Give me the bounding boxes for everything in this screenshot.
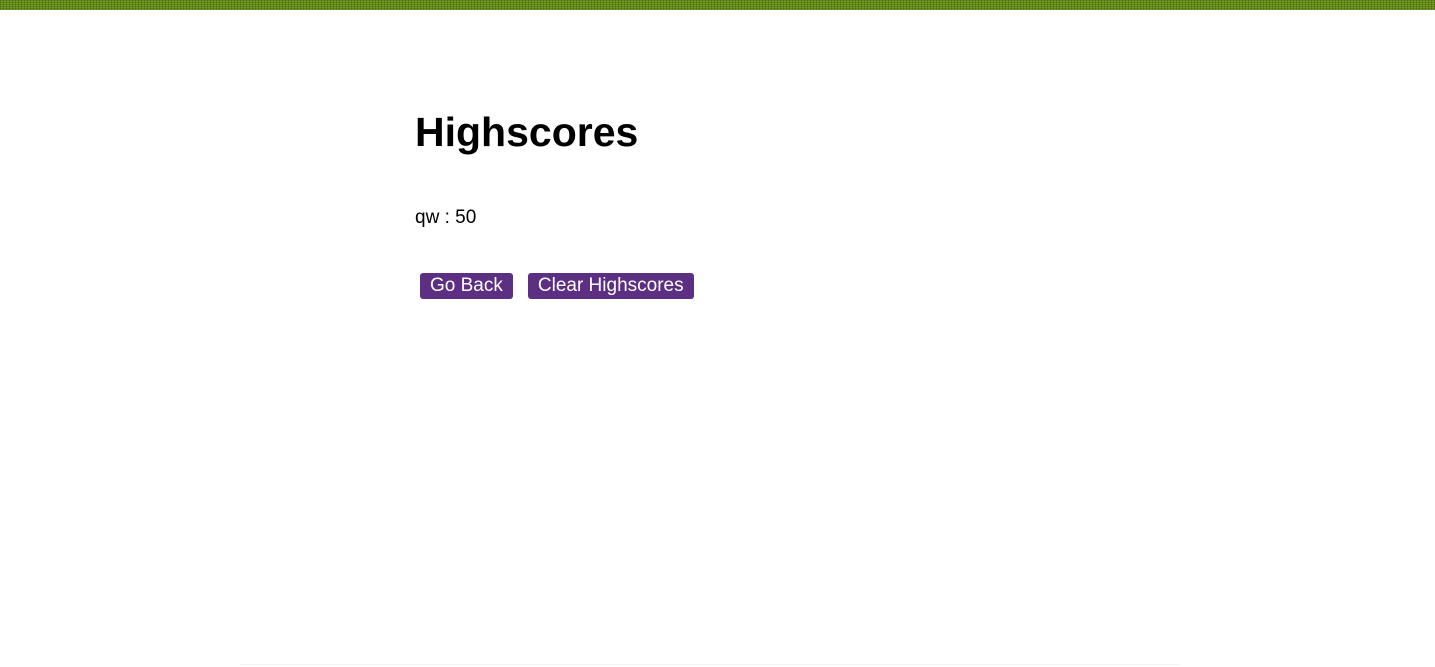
go-back-button[interactable]: Go Back (420, 273, 513, 299)
action-buttons: Go Back Clear Highscores (415, 273, 1035, 299)
divider (240, 664, 1180, 665)
list-item: qw : 50 (415, 207, 477, 228)
page-title: Highscores (415, 109, 639, 155)
clear-highscores-button[interactable]: Clear Highscores (527, 273, 694, 299)
highscore-list: qw : 50 (415, 206, 1035, 230)
highscores-panel: Highscores qw : 50 Go Back Clear Highsco… (415, 106, 1035, 299)
top-grass-strip (0, 0, 1435, 10)
